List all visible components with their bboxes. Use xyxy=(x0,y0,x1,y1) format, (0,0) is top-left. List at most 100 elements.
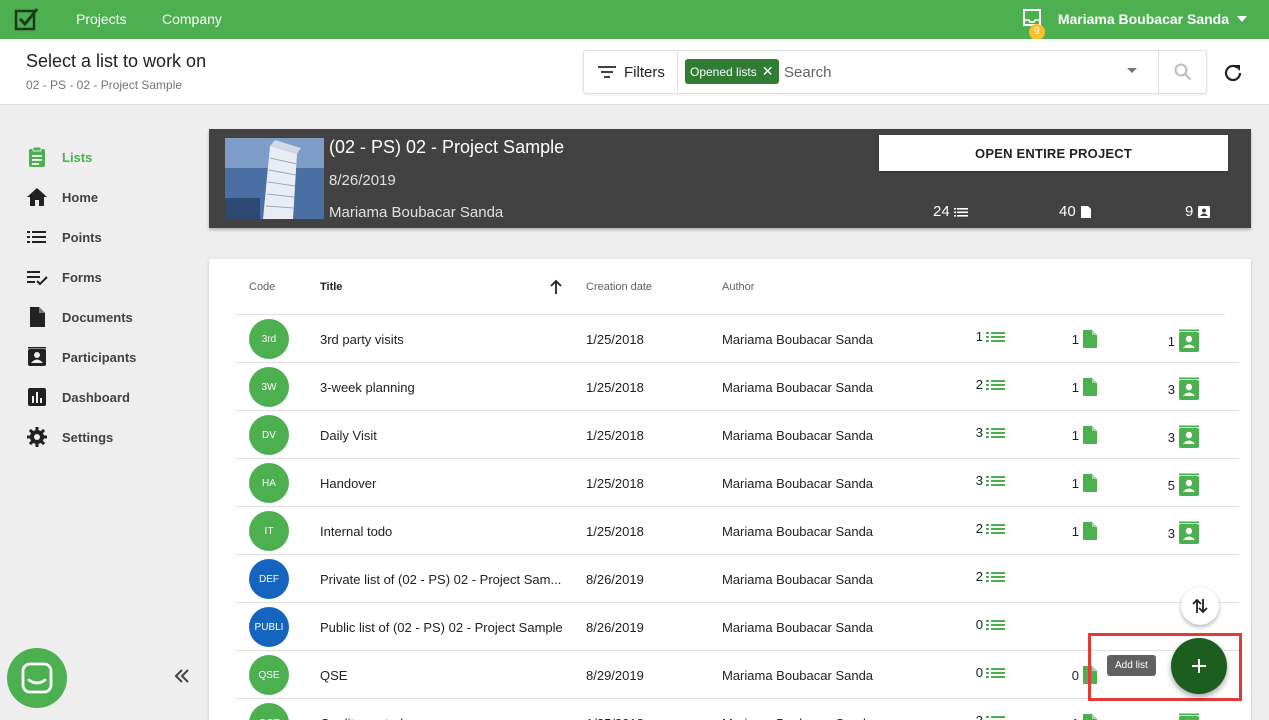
table-row[interactable]: 3rd 3rd party visits 1/25/2018 Mariama Boub… xyxy=(235,315,1239,363)
app-logo-icon[interactable] xyxy=(14,6,40,32)
list-author: Mariama Boubacar Sanda xyxy=(722,332,874,347)
points-count: 0 xyxy=(975,665,983,680)
participants-icon xyxy=(28,347,46,366)
points-count: 3 xyxy=(971,713,983,720)
column-header-code[interactable]: Code xyxy=(249,281,275,293)
participants-icon xyxy=(1179,377,1199,400)
list-code: QSE xyxy=(258,669,280,681)
list-title: Quality control xyxy=(320,716,568,720)
table-row[interactable]: QCT Quality control 1/25/2018 Mariama Bouba… xyxy=(235,699,1239,720)
list-code: DV xyxy=(262,429,276,441)
filters-button[interactable]: Filters xyxy=(584,51,678,93)
participants-icon xyxy=(1179,473,1199,496)
notification-badge: 9 xyxy=(1028,24,1045,40)
list-creation-date: 8/29/2019 xyxy=(586,668,644,683)
document-icon xyxy=(1083,714,1097,720)
list-icon xyxy=(986,715,1005,720)
list-title: Internal todo xyxy=(320,524,393,539)
list-creation-date: 1/25/2018 xyxy=(586,332,644,347)
notifications-button[interactable]: 9 xyxy=(1022,8,1045,40)
collapse-sidebar-icon[interactable] xyxy=(172,666,192,686)
list-code-avatar: QCT xyxy=(249,703,289,720)
sidebar-item-label: Dashboard xyxy=(62,389,130,405)
participants-stat: 5 xyxy=(1163,473,1200,497)
points-stat: 3 xyxy=(971,473,1005,488)
chevron-down-icon[interactable] xyxy=(1127,68,1137,73)
list-creation-date: 1/25/2018 xyxy=(586,476,644,491)
list-author: Mariama Boubacar Sanda xyxy=(722,572,874,587)
plus-icon xyxy=(1192,659,1206,673)
home-icon xyxy=(27,188,47,206)
points-stat: 2 xyxy=(971,569,1005,584)
points-count: 0 xyxy=(975,617,983,632)
refresh-icon[interactable] xyxy=(1222,62,1244,84)
documents-stat: 1 xyxy=(1067,473,1098,493)
column-header-creation-date[interactable]: Creation date xyxy=(586,281,652,293)
points-stat: 0 xyxy=(971,665,1005,680)
list-code: PUBLI xyxy=(254,621,284,633)
sidebar-item-home[interactable]: Home xyxy=(26,186,98,208)
list-code: HA xyxy=(262,477,276,489)
table-row[interactable]: IT Internal todo 1/25/2018 Mariama Boubacar… xyxy=(235,507,1239,555)
table-row[interactable]: 3W 3-week planning 1/25/2018 Mariama Boubac… xyxy=(235,363,1239,411)
list-creation-date: 8/26/2019 xyxy=(586,620,644,635)
list-code-avatar: PUBLI xyxy=(249,607,289,647)
points-count: 2 xyxy=(975,569,983,584)
table-row[interactable]: HA Handover 1/25/2018 Mariama Boubacar Sand… xyxy=(235,459,1239,507)
search-button[interactable] xyxy=(1158,51,1206,93)
nav-company[interactable]: Company xyxy=(162,11,222,27)
participants-count: 3 xyxy=(1167,525,1175,541)
document-icon xyxy=(30,307,45,327)
sidebar-item-label: Participants xyxy=(62,349,137,365)
list-title: Daily Visit xyxy=(320,428,377,443)
document-icon xyxy=(1083,378,1097,396)
documents-count: 1 xyxy=(1067,716,1079,720)
sidebar-item-settings[interactable]: Settings xyxy=(26,426,113,448)
open-entire-project-button[interactable]: OPEN ENTIRE PROJECT xyxy=(879,135,1228,171)
arrow-up-icon[interactable] xyxy=(549,279,563,295)
list-author: Mariama Boubacar Sanda xyxy=(722,668,874,683)
sidebar-item-participants[interactable]: Participants xyxy=(26,346,136,368)
list-code-avatar: 3W xyxy=(249,367,289,407)
swap-vertical-icon xyxy=(1192,598,1208,614)
list-icon xyxy=(986,571,1005,582)
document-icon xyxy=(1083,426,1097,444)
user-menu[interactable]: 9 Mariama Boubacar Sanda xyxy=(1022,8,1247,40)
sidebar-item-documents[interactable]: Documents xyxy=(26,306,133,328)
sidebar-item-dashboard[interactable]: Dashboard xyxy=(26,386,130,408)
chat-button[interactable] xyxy=(7,648,67,708)
documents-stat: 1 xyxy=(1067,377,1098,397)
points-stat: 1 xyxy=(971,329,1005,344)
sidebar-item-forms[interactable]: Forms xyxy=(26,266,102,288)
points-count: 24 xyxy=(933,203,950,220)
list-creation-date: 1/25/2018 xyxy=(586,524,644,539)
list-title: QSE xyxy=(320,668,348,683)
points-count: 3 xyxy=(975,425,983,440)
checklist-icon xyxy=(27,271,48,286)
sidebar-item-lists[interactable]: Lists xyxy=(26,146,92,168)
add-list-button[interactable] xyxy=(1171,638,1227,694)
sort-toggle-button[interactable] xyxy=(1181,587,1219,625)
sidebar-item-label: Lists xyxy=(62,149,93,165)
sidebar-item-label: Forms xyxy=(62,269,102,285)
filters-label: Filters xyxy=(624,63,665,81)
chevron-down-icon[interactable] xyxy=(1237,16,1247,22)
documents-count: 1 xyxy=(1071,379,1079,395)
chip-label: Opened lists xyxy=(690,64,757,79)
table-row[interactable]: DV Daily Visit 1/25/2018 Mariama Boubacar S… xyxy=(235,411,1239,459)
user-name[interactable]: Mariama Boubacar Sanda xyxy=(1058,11,1229,27)
list-code-avatar: DEF xyxy=(249,559,289,599)
column-header-title[interactable]: Title xyxy=(320,281,342,293)
documents-stat: 1 xyxy=(1067,713,1098,720)
table-row[interactable]: DEF Private list of (02 - PS) 02 - Projec… xyxy=(235,555,1239,603)
participants-icon xyxy=(1198,205,1211,218)
points-stat: 2 xyxy=(971,377,1005,392)
column-header-author[interactable]: Author xyxy=(722,281,754,293)
search-input[interactable] xyxy=(784,59,1114,85)
nav-projects[interactable]: Projects xyxy=(76,11,127,27)
list-author: Mariama Boubacar Sanda xyxy=(722,476,874,491)
documents-stat: 1 xyxy=(1067,521,1098,541)
close-icon[interactable]: ✕ xyxy=(762,63,774,80)
participants-stat: 1 xyxy=(1163,329,1200,353)
sidebar-item-points[interactable]: Points xyxy=(26,226,102,248)
